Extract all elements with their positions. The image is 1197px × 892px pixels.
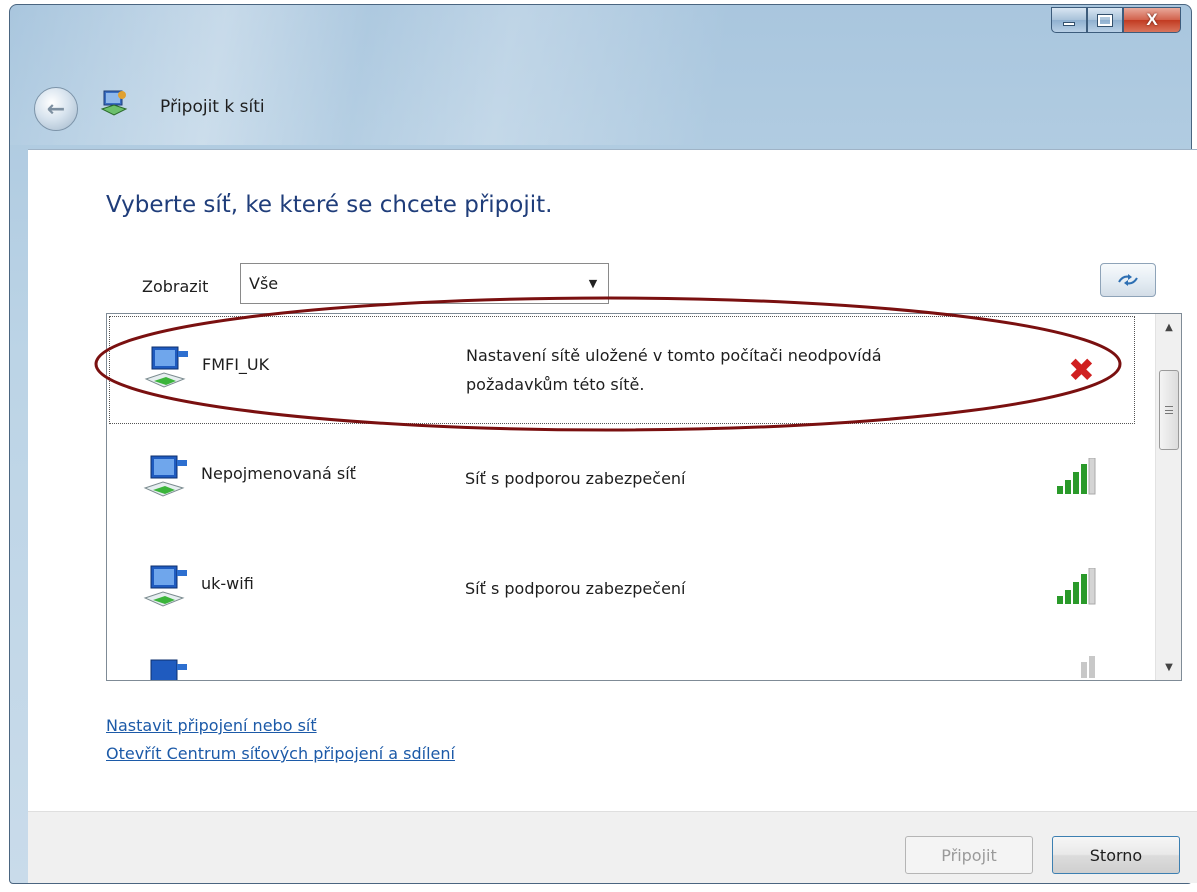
filter-label: Zobrazit [142, 277, 209, 296]
grip-icon [1165, 406, 1173, 414]
filter-dropdown[interactable]: Vše ▼ [240, 263, 609, 304]
signal-strength-icon [1057, 568, 1096, 605]
minimize-icon [1063, 22, 1075, 26]
network-name: FMFI_UK [202, 355, 270, 374]
close-button[interactable]: X [1123, 7, 1181, 33]
signal-strength-icon [1081, 656, 1095, 678]
maximize-icon [1097, 13, 1113, 27]
network-status-line: Nastavení sítě uložené v tomto počítači … [466, 346, 882, 365]
minimize-button[interactable] [1051, 7, 1087, 33]
network-center-link[interactable]: Otevřít Centrum síťových připojení a sdí… [106, 744, 455, 763]
filter-selected-value: Vše [249, 274, 279, 293]
network-wizard-icon [100, 90, 128, 116]
scroll-down-arrow-icon[interactable]: ▼ [1156, 654, 1181, 680]
scroll-thumb[interactable] [1159, 370, 1179, 450]
connect-to-network-window: X ← Připojit k síti Vyberte síť, ke kter… [9, 4, 1197, 884]
network-row-uk-wifi[interactable]: uk-wifi Síť s podporou zabezpečení [109, 536, 1135, 644]
wireless-network-icon [143, 455, 187, 497]
network-status: Síť s podporou zabezpečení [465, 469, 686, 488]
title-bar-glass [10, 5, 1191, 145]
close-icon: X [1146, 10, 1158, 29]
error-x-icon: ✖ [1068, 351, 1095, 389]
network-row-nepojmenovana[interactable]: Nepojmenovaná síť Síť s podporou zabezpe… [109, 426, 1135, 534]
signal-strength-icon [1057, 458, 1096, 495]
wireless-network-icon [144, 346, 188, 388]
connect-button[interactable]: Připojit [905, 836, 1033, 874]
refresh-icon [1118, 274, 1138, 286]
client-area: Vyberte síť, ke které se chcete připojit… [28, 149, 1197, 811]
page-heading: Vyberte síť, ke které se chcete připojit… [106, 192, 553, 218]
wireless-network-icon [150, 659, 187, 680]
caption-buttons: X [1051, 7, 1181, 33]
setup-connection-link[interactable]: Nastavit připojení nebo síť [106, 716, 317, 735]
network-list[interactable]: FMFI_UK Nastavení sítě uložené v tomto p… [106, 313, 1182, 681]
maximize-button[interactable] [1087, 7, 1123, 33]
window-title: Připojit k síti [160, 97, 265, 117]
network-name: Nepojmenovaná síť [201, 464, 356, 483]
chevron-down-icon: ▼ [588, 277, 598, 290]
wireless-network-icon [143, 565, 187, 607]
refresh-button[interactable] [1100, 263, 1156, 297]
back-arrow-icon: ← [46, 96, 66, 122]
network-row-partial[interactable] [109, 646, 1135, 680]
network-row-fmfi-uk[interactable]: FMFI_UK Nastavení sítě uložené v tomto p… [109, 316, 1135, 424]
network-list-scrollbar[interactable]: ▲ ▼ [1155, 314, 1181, 680]
cancel-button[interactable]: Storno [1052, 836, 1180, 874]
network-name: uk-wifi [201, 574, 254, 593]
network-status: Síť s podporou zabezpečení [465, 579, 686, 598]
back-button[interactable]: ← [34, 87, 78, 131]
network-status: Nastavení sítě uložené v tomto počítači … [466, 341, 1026, 399]
network-status-line: požadavkům této sítě. [466, 375, 645, 394]
dialog-footer: Připojit Storno [28, 811, 1197, 883]
scroll-up-arrow-icon[interactable]: ▲ [1156, 314, 1181, 340]
